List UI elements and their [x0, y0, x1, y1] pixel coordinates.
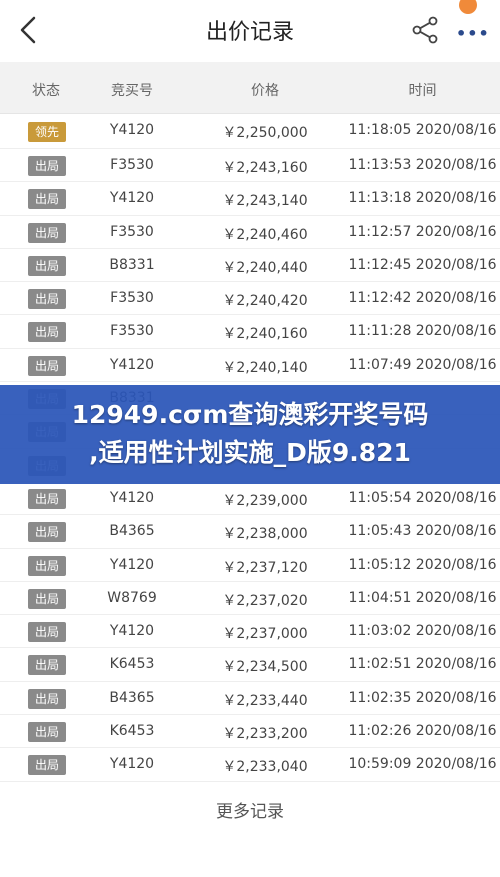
table-header: 状态 竞买号 价格 时间: [0, 62, 500, 114]
table-row: 出局 Y4120 ￥2,239,000 11:05:54 2020/08/16: [0, 481, 500, 516]
out-status-badge: 出局: [28, 555, 66, 576]
bidder-cell: W8769: [107, 589, 157, 606]
time-cell: 11:12:45 2020/08/16: [348, 256, 497, 273]
price-cell: ￥2,233,440: [222, 692, 308, 709]
more-menu-icon[interactable]: •••: [456, 24, 490, 43]
table-row: 出局 K6453 ￥2,234,500 11:02:51 2020/08/16: [0, 648, 500, 682]
price-cell: ￥2,243,160: [222, 160, 308, 176]
bidder-cell: K6453: [109, 723, 155, 740]
notification-dot: [459, 0, 477, 14]
price-cell: ￥2,234,500: [222, 659, 308, 676]
table-row: 出局 Y4120 ￥2,237,120 11:05:12 2020/08/16: [0, 548, 500, 582]
out-status-badge: 出局: [28, 622, 66, 643]
top-nav-bar: 出价记录 •••: [0, 0, 500, 62]
time-cell: 10:59:09 2020/08/16: [348, 756, 497, 773]
table-row: 出局 F3530 ￥2,240,420 11:12:42 2020/08/16: [0, 282, 500, 316]
out-status-badge: 出局: [28, 655, 66, 676]
overlay-text: 12949.cσm查询澳彩开奖号码 ,适用性计划实施_D版9.821: [0, 396, 500, 472]
time-cell: 11:12:42 2020/08/16: [348, 290, 497, 307]
share-icon[interactable]: [409, 14, 441, 46]
bidder-cell: Y4120: [109, 356, 155, 373]
out-status-badge: 出局: [28, 755, 66, 776]
bidder-cell: Y4120: [109, 122, 155, 138]
bidder-cell: B4365: [109, 523, 155, 540]
bidder-cell: F3530: [110, 223, 154, 240]
price-cell: ￥2,243,140: [222, 193, 308, 210]
table-row: 出局 Y4120 ￥2,237,000 11:03:02 2020/08/16: [0, 615, 500, 649]
out-status-badge: 出局: [28, 688, 66, 709]
time-cell: 11:12:57 2020/08/16: [348, 223, 497, 240]
time-cell: 11:02:35 2020/08/16: [348, 689, 497, 706]
overlay-line-2: ,适用性计划实施_D版9.821: [89, 438, 411, 467]
more-records-link[interactable]: 更多记录: [0, 797, 500, 822]
out-status-badge: 出局: [28, 488, 66, 509]
leading-status-badge: 领先: [28, 122, 66, 142]
price-cell: ￥2,237,000: [222, 626, 308, 643]
table-row: 出局 W8769 ￥2,237,020 11:04:51 2020/08/16: [0, 581, 500, 616]
time-cell: 11:03:02 2020/08/16: [348, 623, 497, 640]
out-status-badge: 出局: [28, 522, 66, 543]
time-cell: 11:11:28 2020/08/16: [348, 323, 497, 340]
out-status-badge: 出局: [28, 156, 66, 176]
bidder-cell: B4365: [109, 689, 155, 706]
price-cell: ￥2,233,200: [222, 726, 308, 743]
column-header-price: 价格: [251, 83, 279, 99]
price-cell: ￥2,240,460: [222, 226, 308, 243]
time-cell: 11:18:05 2020/08/16: [348, 122, 497, 138]
out-status-badge: 出局: [28, 588, 66, 609]
table-row: 出局 B4365 ￥2,233,440 11:02:35 2020/08/16: [0, 681, 500, 716]
out-status-badge: 出局: [28, 289, 66, 310]
price-cell: ￥2,239,000: [222, 492, 308, 509]
table-row: 出局 F3530 ￥2,240,160 11:11:28 2020/08/16: [0, 315, 500, 349]
table-row: 领先 Y4120 ￥2,250,000 11:18:05 2020/08/16: [0, 114, 500, 149]
price-cell: ￥2,237,020: [222, 592, 308, 609]
column-header-status: 状态: [32, 83, 60, 99]
table-row: 出局 Y4120 ￥2,240,140 11:07:49 2020/08/16: [0, 348, 500, 383]
column-header-bidder: 竞买号: [111, 83, 153, 99]
column-header-time: 时间: [408, 83, 437, 99]
out-status-badge: 出局: [28, 322, 66, 343]
time-cell: 11:13:53 2020/08/16: [348, 157, 497, 173]
price-cell: ￥2,240,440: [222, 259, 308, 276]
price-cell: ￥2,240,140: [222, 359, 308, 376]
bidder-cell: F3530: [110, 157, 154, 173]
price-cell: ￥2,233,040: [222, 759, 308, 776]
time-cell: 11:02:51 2020/08/16: [348, 656, 497, 673]
table-row: 出局 K6453 ￥2,233,200 11:02:26 2020/08/16: [0, 715, 500, 749]
time-cell: 11:04:51 2020/08/16: [348, 589, 497, 606]
time-cell: 11:02:26 2020/08/16: [348, 723, 497, 740]
out-status-badge: 出局: [28, 255, 66, 276]
price-cell: ￥2,237,120: [222, 559, 308, 576]
price-cell: ￥2,250,000: [222, 125, 308, 141]
table-row: 出局 Y4120 ￥2,243,140 11:13:18 2020/08/16: [0, 182, 500, 216]
price-cell: ￥2,238,000: [222, 526, 308, 543]
time-cell: 11:13:18 2020/08/16: [348, 190, 497, 207]
time-cell: 11:05:12 2020/08/16: [348, 556, 497, 573]
out-status-badge: 出局: [28, 355, 66, 376]
price-cell: ￥2,240,160: [222, 326, 308, 343]
bidder-cell: Y4120: [109, 623, 155, 640]
bidder-cell: Y4120: [109, 756, 155, 773]
bidder-cell: F3530: [110, 290, 154, 307]
table-row: 出局 B8331 ￥2,240,440 11:12:45 2020/08/16: [0, 248, 500, 283]
table-row: 出局 Y4120 ￥2,233,040 10:59:09 2020/08/16: [0, 748, 500, 782]
out-status-badge: 出局: [28, 722, 66, 743]
bidder-cell: F3530: [110, 323, 154, 340]
price-cell: ￥2,240,420: [222, 293, 308, 310]
bidder-cell: Y4120: [109, 556, 155, 573]
time-cell: 11:05:43 2020/08/16: [348, 523, 497, 540]
table-row: 出局 F3530 ￥2,240,460 11:12:57 2020/08/16: [0, 215, 500, 249]
time-cell: 11:05:54 2020/08/16: [348, 489, 497, 506]
bidder-cell: B8331: [109, 256, 155, 273]
bidder-cell: K6453: [109, 656, 155, 673]
table-row: 出局 B4365 ￥2,238,000 11:05:43 2020/08/16: [0, 515, 500, 549]
bidder-cell: Y4120: [109, 190, 155, 207]
overlay-line-1: 12949.cσm查询澳彩开奖号码: [71, 400, 429, 429]
out-status-badge: 出局: [28, 189, 66, 210]
table-row: 出局 F3530 ￥2,243,160 11:13:53 2020/08/16: [0, 149, 500, 183]
bidder-cell: Y4120: [109, 489, 155, 506]
out-status-badge: 出局: [28, 222, 66, 243]
time-cell: 11:07:49 2020/08/16: [348, 356, 497, 373]
